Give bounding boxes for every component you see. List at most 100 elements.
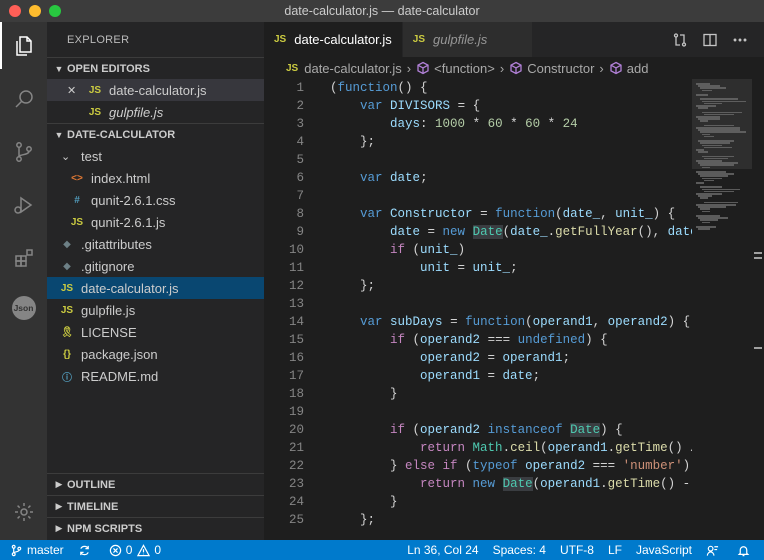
line-number-gutter: 1 2 3 4 5 6 7 8 9 10 11 12 13 14 15 16 17 18 19 20 21 22 23 24 2… bbox=[264, 79, 314, 529]
project-folder-header[interactable]: ▼ DATE-CALCULATOR bbox=[47, 123, 264, 145]
explorer-icon[interactable] bbox=[0, 22, 47, 69]
file-item-selected[interactable]: JS date-calculator.js bbox=[47, 277, 264, 299]
chevron-right-icon: › bbox=[499, 60, 505, 76]
feedback-button[interactable] bbox=[699, 540, 730, 560]
maximize-window-button[interactable] bbox=[49, 5, 61, 17]
code-line: var date; bbox=[360, 171, 428, 185]
code-content[interactable]: (function() { var DIVISORS = { days: 100… bbox=[330, 79, 692, 529]
code-line: operand1 = date; bbox=[420, 369, 541, 383]
line-number: 10 bbox=[288, 243, 304, 257]
line-number: 5 bbox=[296, 153, 304, 167]
file-item[interactable]: ◆ .gitignore bbox=[47, 255, 264, 277]
close-window-button[interactable] bbox=[9, 5, 21, 17]
file-item[interactable]: JS gulpfile.js bbox=[47, 299, 264, 321]
code-line: if (operand2 instanceof Date) { bbox=[390, 423, 623, 437]
html-file-icon: <> bbox=[71, 172, 83, 184]
problems-indicator[interactable]: 0 0 bbox=[102, 540, 168, 560]
line-number: 2 bbox=[296, 99, 304, 113]
line-number: 23 bbox=[288, 477, 304, 491]
json-extension-icon[interactable]: Json bbox=[0, 284, 47, 331]
error-icon bbox=[109, 544, 121, 556]
code-line: return Math.ceil(operand1.getTime() / D bbox=[420, 441, 692, 455]
line-number: 12 bbox=[288, 279, 304, 293]
json-file-icon: {} bbox=[63, 348, 71, 360]
file-item[interactable]: # qunit-2.6.1.css bbox=[47, 189, 264, 211]
split-editor-icon[interactable] bbox=[702, 32, 718, 48]
file-item[interactable]: ◆ .gitattributes bbox=[47, 233, 264, 255]
folder-test[interactable]: ⌄ test bbox=[47, 145, 264, 167]
search-icon[interactable] bbox=[0, 75, 47, 122]
settings-gear-icon[interactable] bbox=[0, 488, 47, 535]
tab-date-calculator[interactable]: JS date-calculator.js bbox=[264, 22, 403, 57]
line-number: 8 bbox=[296, 207, 304, 221]
minimap-line bbox=[704, 135, 714, 138]
scrollbar-marker bbox=[754, 252, 762, 254]
code-line: (function() { bbox=[330, 81, 428, 95]
symbol-method-icon bbox=[610, 61, 622, 75]
line-number: 16 bbox=[288, 351, 304, 365]
open-editors-header[interactable]: ▼ OPEN EDITORS bbox=[47, 57, 264, 79]
file-item[interactable]: ⓘ README.md bbox=[47, 365, 264, 387]
line-number: 25 bbox=[288, 513, 304, 527]
code-line: unit = unit_; bbox=[420, 261, 518, 275]
code-line: if (unit_) bbox=[390, 243, 466, 257]
minimap[interactable] bbox=[692, 79, 752, 540]
bell-icon bbox=[737, 545, 750, 556]
indentation[interactable]: Spaces: 4 bbox=[486, 540, 553, 560]
run-debug-icon[interactable] bbox=[0, 181, 47, 228]
line-number: 4 bbox=[296, 135, 304, 149]
warning-icon bbox=[137, 543, 151, 556]
git-file-icon: ◆ bbox=[63, 260, 71, 272]
minimize-window-button[interactable] bbox=[29, 5, 41, 17]
file-item[interactable]: <> index.html bbox=[47, 167, 264, 189]
breadcrumb-file[interactable]: date-calculator.js bbox=[304, 61, 402, 76]
npm-scripts-header[interactable]: ▶ NPM SCRIPTS bbox=[47, 517, 264, 539]
breadcrumb-function[interactable]: <function> bbox=[434, 61, 495, 76]
line-number: 18 bbox=[288, 387, 304, 401]
open-editor-item[interactable]: JS gulpfile.js bbox=[47, 101, 264, 123]
code-line: } bbox=[330, 495, 398, 509]
open-editor-item[interactable]: ✕ JS date-calculator.js bbox=[47, 79, 264, 101]
source-control-icon[interactable] bbox=[0, 128, 47, 175]
minimap-line bbox=[702, 221, 710, 224]
extensions-icon[interactable] bbox=[0, 234, 47, 281]
more-actions-icon[interactable] bbox=[732, 32, 748, 48]
breadcrumb-constructor[interactable]: Constructor bbox=[527, 61, 594, 76]
breadcrumb: JS date-calculator.js › <function> › Con… bbox=[264, 57, 764, 79]
sync-icon bbox=[79, 545, 89, 555]
git-branch-icon bbox=[11, 544, 22, 556]
minimap-line bbox=[696, 94, 708, 96]
line-number: 11 bbox=[288, 261, 304, 275]
symbol-method-icon bbox=[510, 61, 522, 75]
file-item[interactable]: JS qunit-2.6.1.js bbox=[47, 211, 264, 233]
code-line: days: 1000 * 60 * 60 * 24 bbox=[390, 117, 578, 131]
breadcrumb-add[interactable]: add bbox=[627, 61, 649, 76]
line-number: 19 bbox=[288, 405, 304, 419]
file-item[interactable]: 🎗 LICENSE bbox=[47, 321, 264, 343]
file-item[interactable]: {} package.json bbox=[47, 343, 264, 365]
code-line: var subDays = function(operand1, operand… bbox=[360, 315, 691, 329]
timeline-header[interactable]: ▶ TIMELINE bbox=[47, 495, 264, 517]
explorer-title: EXPLORER bbox=[67, 33, 130, 46]
minimap-line bbox=[704, 146, 732, 149]
encoding[interactable]: UTF-8 bbox=[553, 540, 601, 560]
end-of-line[interactable]: LF bbox=[601, 540, 629, 560]
minimap-line bbox=[698, 107, 708, 109]
cursor-position[interactable]: Ln 36, Col 24 bbox=[400, 540, 485, 560]
sync-button[interactable] bbox=[71, 540, 102, 560]
line-number: 15 bbox=[288, 333, 304, 347]
open-editor-label: gulpfile.js bbox=[109, 104, 164, 120]
vertical-scrollbar[interactable] bbox=[752, 79, 764, 540]
code-line: }; bbox=[330, 513, 376, 527]
compare-changes-icon[interactable] bbox=[672, 32, 688, 48]
chevron-down-icon: ▼ bbox=[54, 63, 64, 74]
notifications-button[interactable] bbox=[730, 540, 764, 560]
tab-gulpfile[interactable]: JS gulpfile.js bbox=[402, 22, 533, 57]
code-line: }; bbox=[330, 135, 376, 149]
close-editor-icon[interactable]: ✕ bbox=[67, 84, 83, 97]
branch-indicator[interactable]: master bbox=[0, 540, 71, 560]
language-mode[interactable]: JavaScript bbox=[629, 540, 699, 560]
outline-header[interactable]: ▶ OUTLINE bbox=[47, 473, 264, 495]
code-editor[interactable]: 1 2 3 4 5 6 7 8 9 10 11 12 13 14 15 16 17 18 19 20 21 22 23 24 2… bbox=[264, 79, 692, 540]
